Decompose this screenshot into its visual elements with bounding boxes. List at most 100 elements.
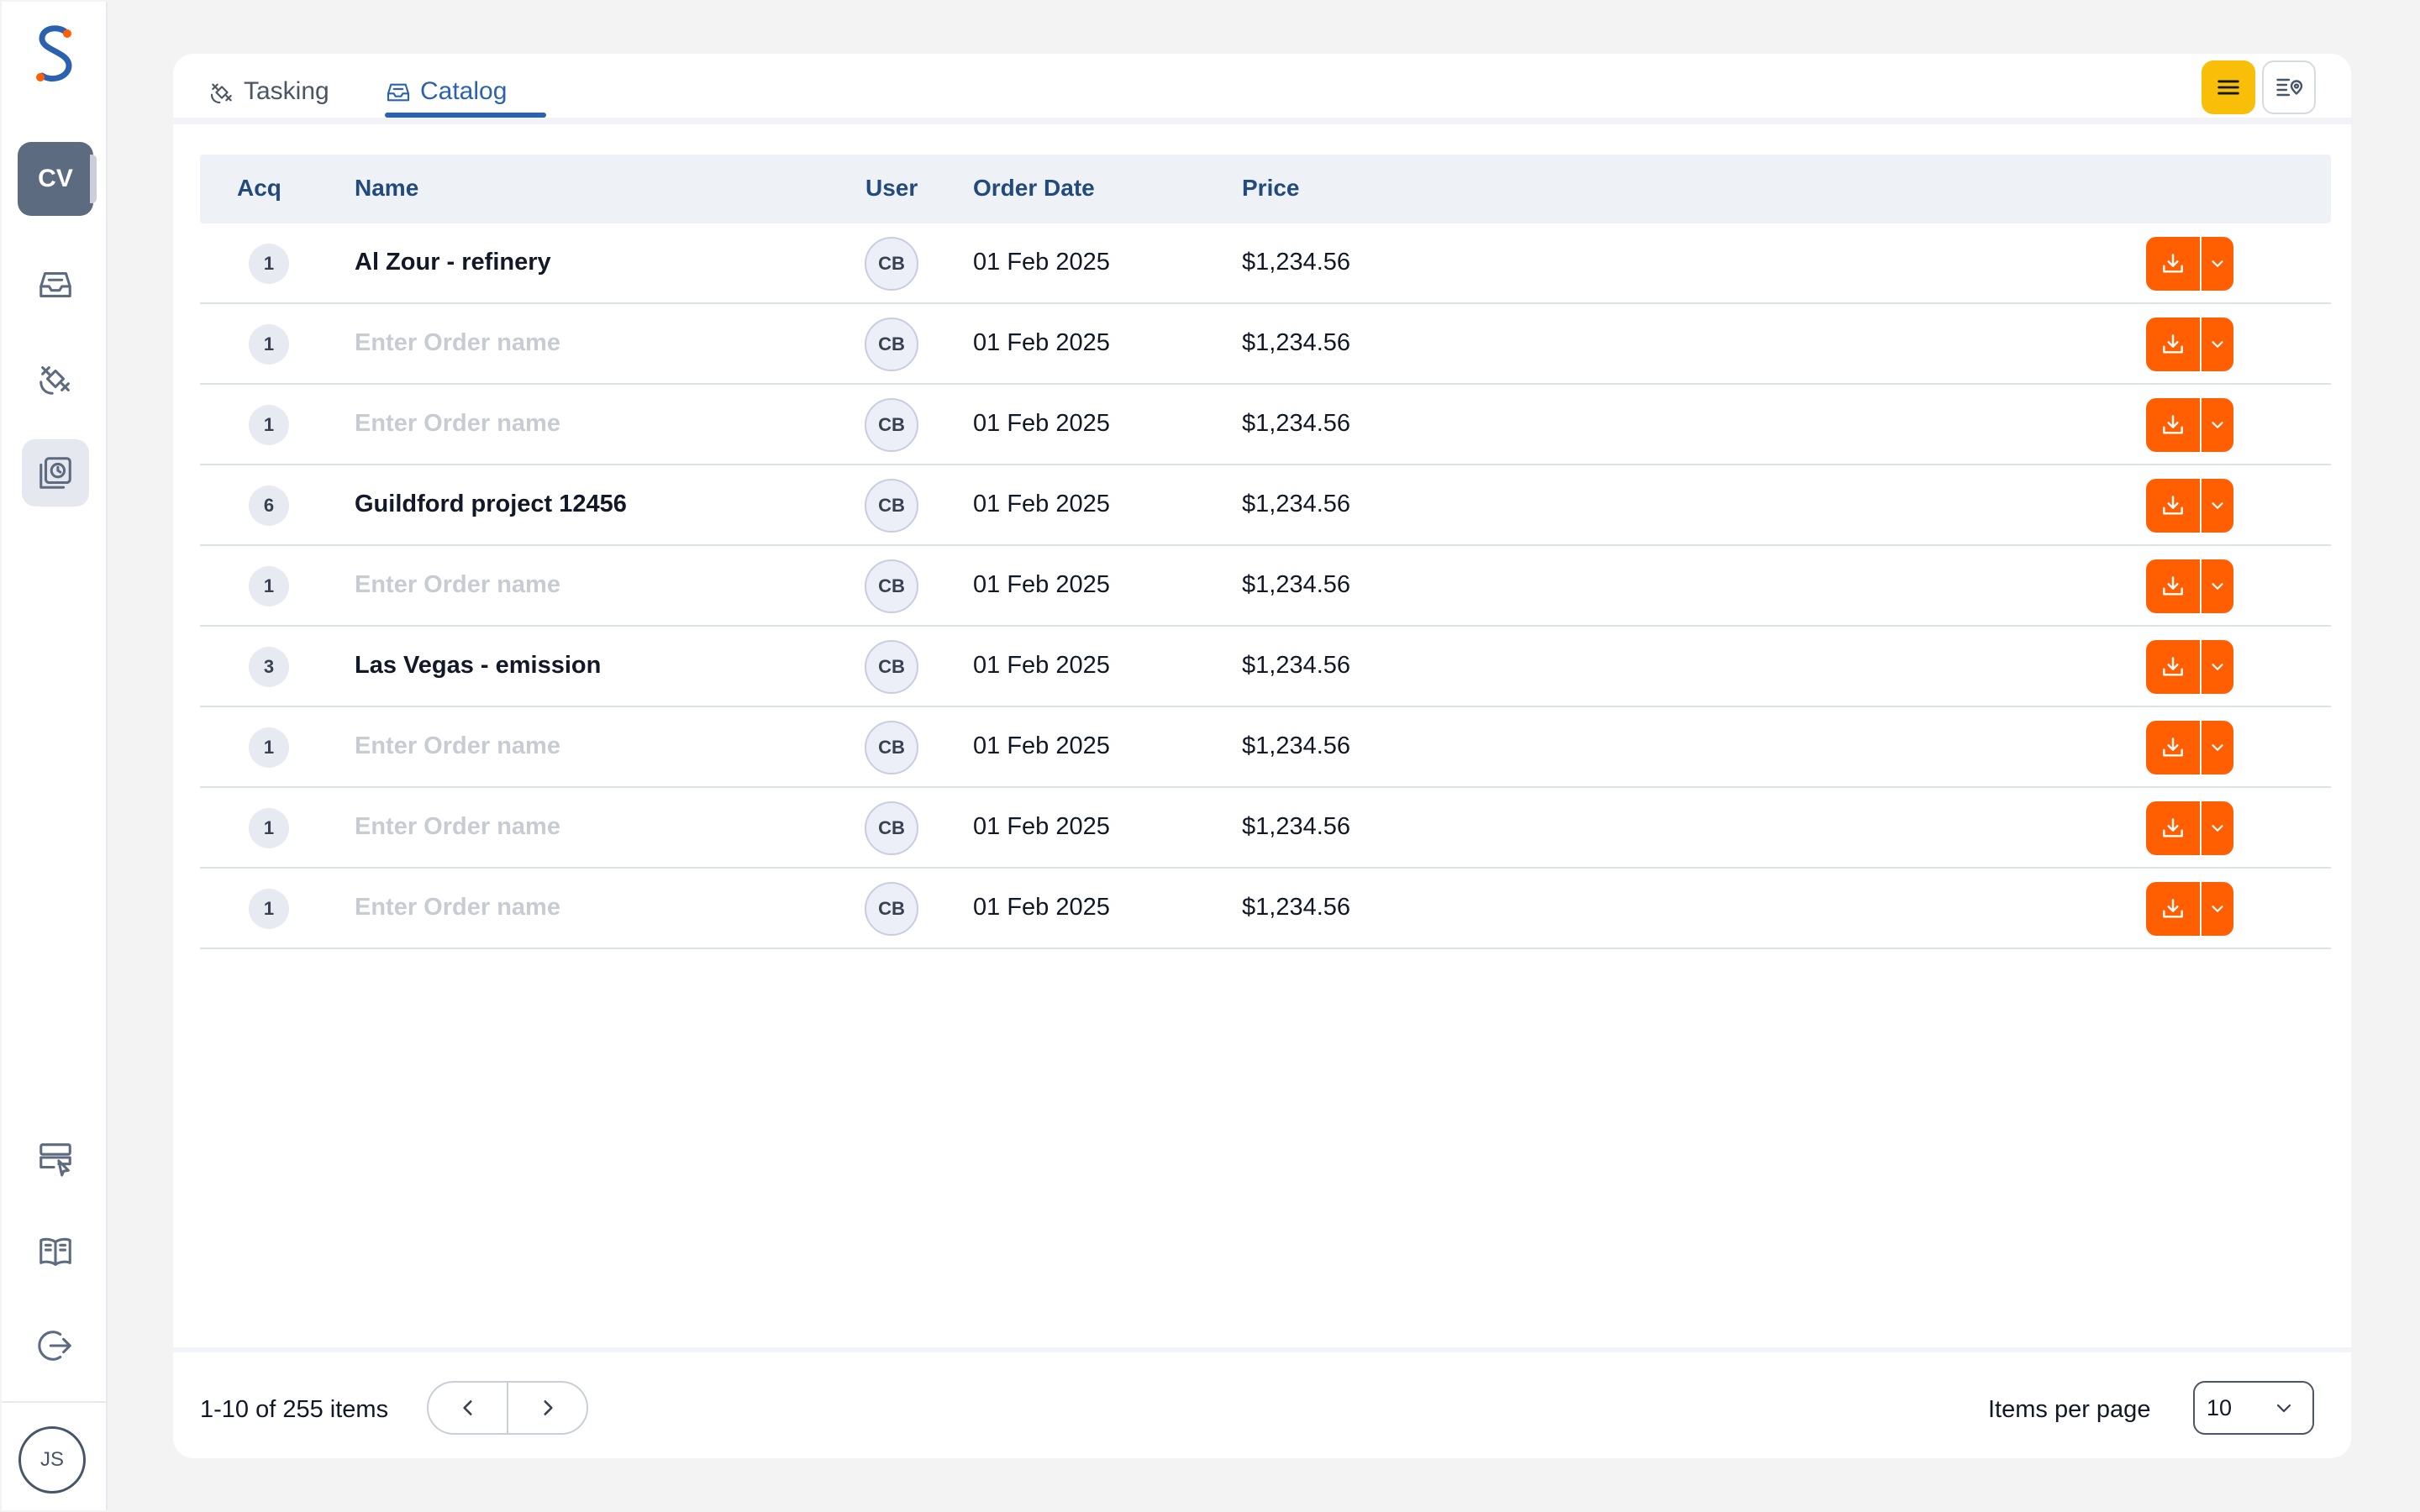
chevron-left-icon [462,1400,472,1415]
download-options-button[interactable] [2200,318,2233,371]
orders-table: Acq Name User Order Date Price 1 Al Zour … [200,155,2331,949]
download-button[interactable] [2146,398,2200,452]
download-button-group [2146,479,2233,533]
order-date: 01 Feb 2025 [973,894,1110,921]
order-name[interactable]: Al Zour - refinery [355,249,551,276]
download-icon [2163,818,2183,837]
chevron-down-icon [2212,583,2223,590]
download-button-group [2146,559,2233,613]
order-name[interactable]: Enter Order name [355,329,560,357]
table-row[interactable]: 1 Enter Order name CB 01 Feb 2025 $1,234.56 [200,385,2331,465]
prev-page-button[interactable] [429,1383,508,1433]
header-price[interactable]: Price [1242,175,1300,202]
user-avatar: CB [865,559,918,613]
acq-count-badge: 1 [249,727,289,768]
acq-count-badge: 1 [249,808,289,848]
download-button-group [2146,721,2233,774]
acq-count-badge: 1 [249,405,289,445]
sidebar-item-server[interactable] [22,1124,89,1191]
table-row[interactable]: 1 Enter Order name CB 01 Feb 2025 $1,234.56 [200,546,2331,627]
next-page-button[interactable] [508,1383,587,1433]
sidebar-item-tasking[interactable] [22,345,89,412]
chevron-down-icon [2212,341,2223,348]
order-name[interactable]: Enter Order name [355,571,560,599]
download-options-button[interactable] [2200,398,2233,452]
download-button[interactable] [2146,318,2200,371]
table-row[interactable]: 1 Enter Order name CB 01 Feb 2025 $1,234.56 [200,869,2331,949]
download-options-button[interactable] [2200,237,2233,291]
items-count: 1-10 of 255 items [200,1396,389,1423]
table-row[interactable]: 1 Enter Order name CB 01 Feb 2025 $1,234.56 [200,788,2331,869]
acq-count-badge: 6 [249,486,289,526]
download-options-button[interactable] [2200,559,2233,613]
chevron-down-icon [2212,744,2223,751]
pagination-footer: 1-10 of 255 items Items per page 10 [173,1347,2351,1458]
brand-logo[interactable] [30,22,81,89]
download-options-button[interactable] [2200,640,2233,694]
download-icon [2163,254,2183,273]
inbox-icon [39,272,71,297]
order-name[interactable]: Enter Order name [355,732,560,760]
inbox-icon [387,83,410,102]
download-options-button[interactable] [2200,882,2233,936]
download-options-button[interactable] [2200,479,2233,533]
order-price: $1,234.56 [1242,410,1351,437]
sidebar-item-catalog[interactable] [22,251,89,318]
order-date: 01 Feb 2025 [973,813,1110,840]
map-list-icon [2276,78,2303,97]
satellite-icon [39,366,70,395]
table-header: Acq Name User Order Date Price [200,155,2331,223]
user-avatar[interactable]: JS [18,1426,86,1494]
header-order-date[interactable]: Order Date [973,175,1095,202]
order-price: $1,234.56 [1242,652,1351,679]
download-button-group [2146,237,2233,291]
table-row[interactable]: 3 Las Vegas - emission CB 01 Feb 2025 $1,234… [200,627,2331,707]
order-name[interactable]: Las Vegas - emission [355,652,601,680]
download-options-button[interactable] [2200,721,2233,774]
chevron-down-icon [2212,502,2223,509]
order-name[interactable]: Enter Order name [355,894,560,921]
table-row[interactable]: 1 Al Zour - refinery CB 01 Feb 2025 $1,234.5… [200,223,2331,304]
download-button[interactable] [2146,801,2200,855]
order-price: $1,234.56 [1242,732,1351,759]
download-button-group [2146,318,2233,371]
download-button[interactable] [2146,721,2200,774]
order-name[interactable]: Guildford project 12456 [355,491,627,518]
tab-catalog-label: Catalog [420,77,508,105]
download-button[interactable] [2146,559,2200,613]
order-price: $1,234.56 [1242,571,1351,598]
chevron-down-icon [2212,664,2223,670]
acq-count-badge: 3 [249,647,289,687]
download-button[interactable] [2146,882,2200,936]
user-avatar: CB [865,721,918,774]
order-date: 01 Feb 2025 [973,491,1110,517]
header-user[interactable]: User [865,175,918,202]
tab-tasking[interactable]: Tasking [208,77,329,119]
tabs-bar: Tasking Catalog [173,54,2351,124]
order-price: $1,234.56 [1242,249,1351,276]
header-name[interactable]: Name [355,175,418,202]
order-date: 01 Feb 2025 [973,732,1110,759]
download-button[interactable] [2146,237,2200,291]
sidebar-item-docs[interactable] [22,1218,89,1285]
chevron-down-icon [2276,1404,2291,1413]
order-name[interactable]: Enter Order name [355,410,560,438]
table-row[interactable]: 6 Guildford project 12456 CB 01 Feb 2025 $1,… [200,465,2331,546]
order-name[interactable]: Enter Order name [355,813,560,841]
table-row[interactable]: 1 Enter Order name CB 01 Feb 2025 $1,234.56 [200,304,2331,385]
items-per-page-select[interactable]: 10 [2193,1381,2314,1435]
header-acq[interactable]: Acq [237,175,281,202]
table-row[interactable]: 1 Enter Order name CB 01 Feb 2025 $1,234.56 [200,707,2331,788]
download-options-button[interactable] [2200,801,2233,855]
list-view-button[interactable] [2202,60,2255,114]
chevron-down-icon [2212,906,2223,912]
sidebar-item-logout[interactable] [22,1312,89,1379]
sidebar-item-orders[interactable] [22,439,89,507]
download-button[interactable] [2146,479,2200,533]
user-avatar: CB [865,640,918,694]
map-view-button[interactable] [2262,60,2316,114]
workspace-badge[interactable]: CV [18,142,93,216]
download-button[interactable] [2146,640,2200,694]
acq-count-badge: 1 [249,324,289,365]
download-icon [2163,415,2183,434]
